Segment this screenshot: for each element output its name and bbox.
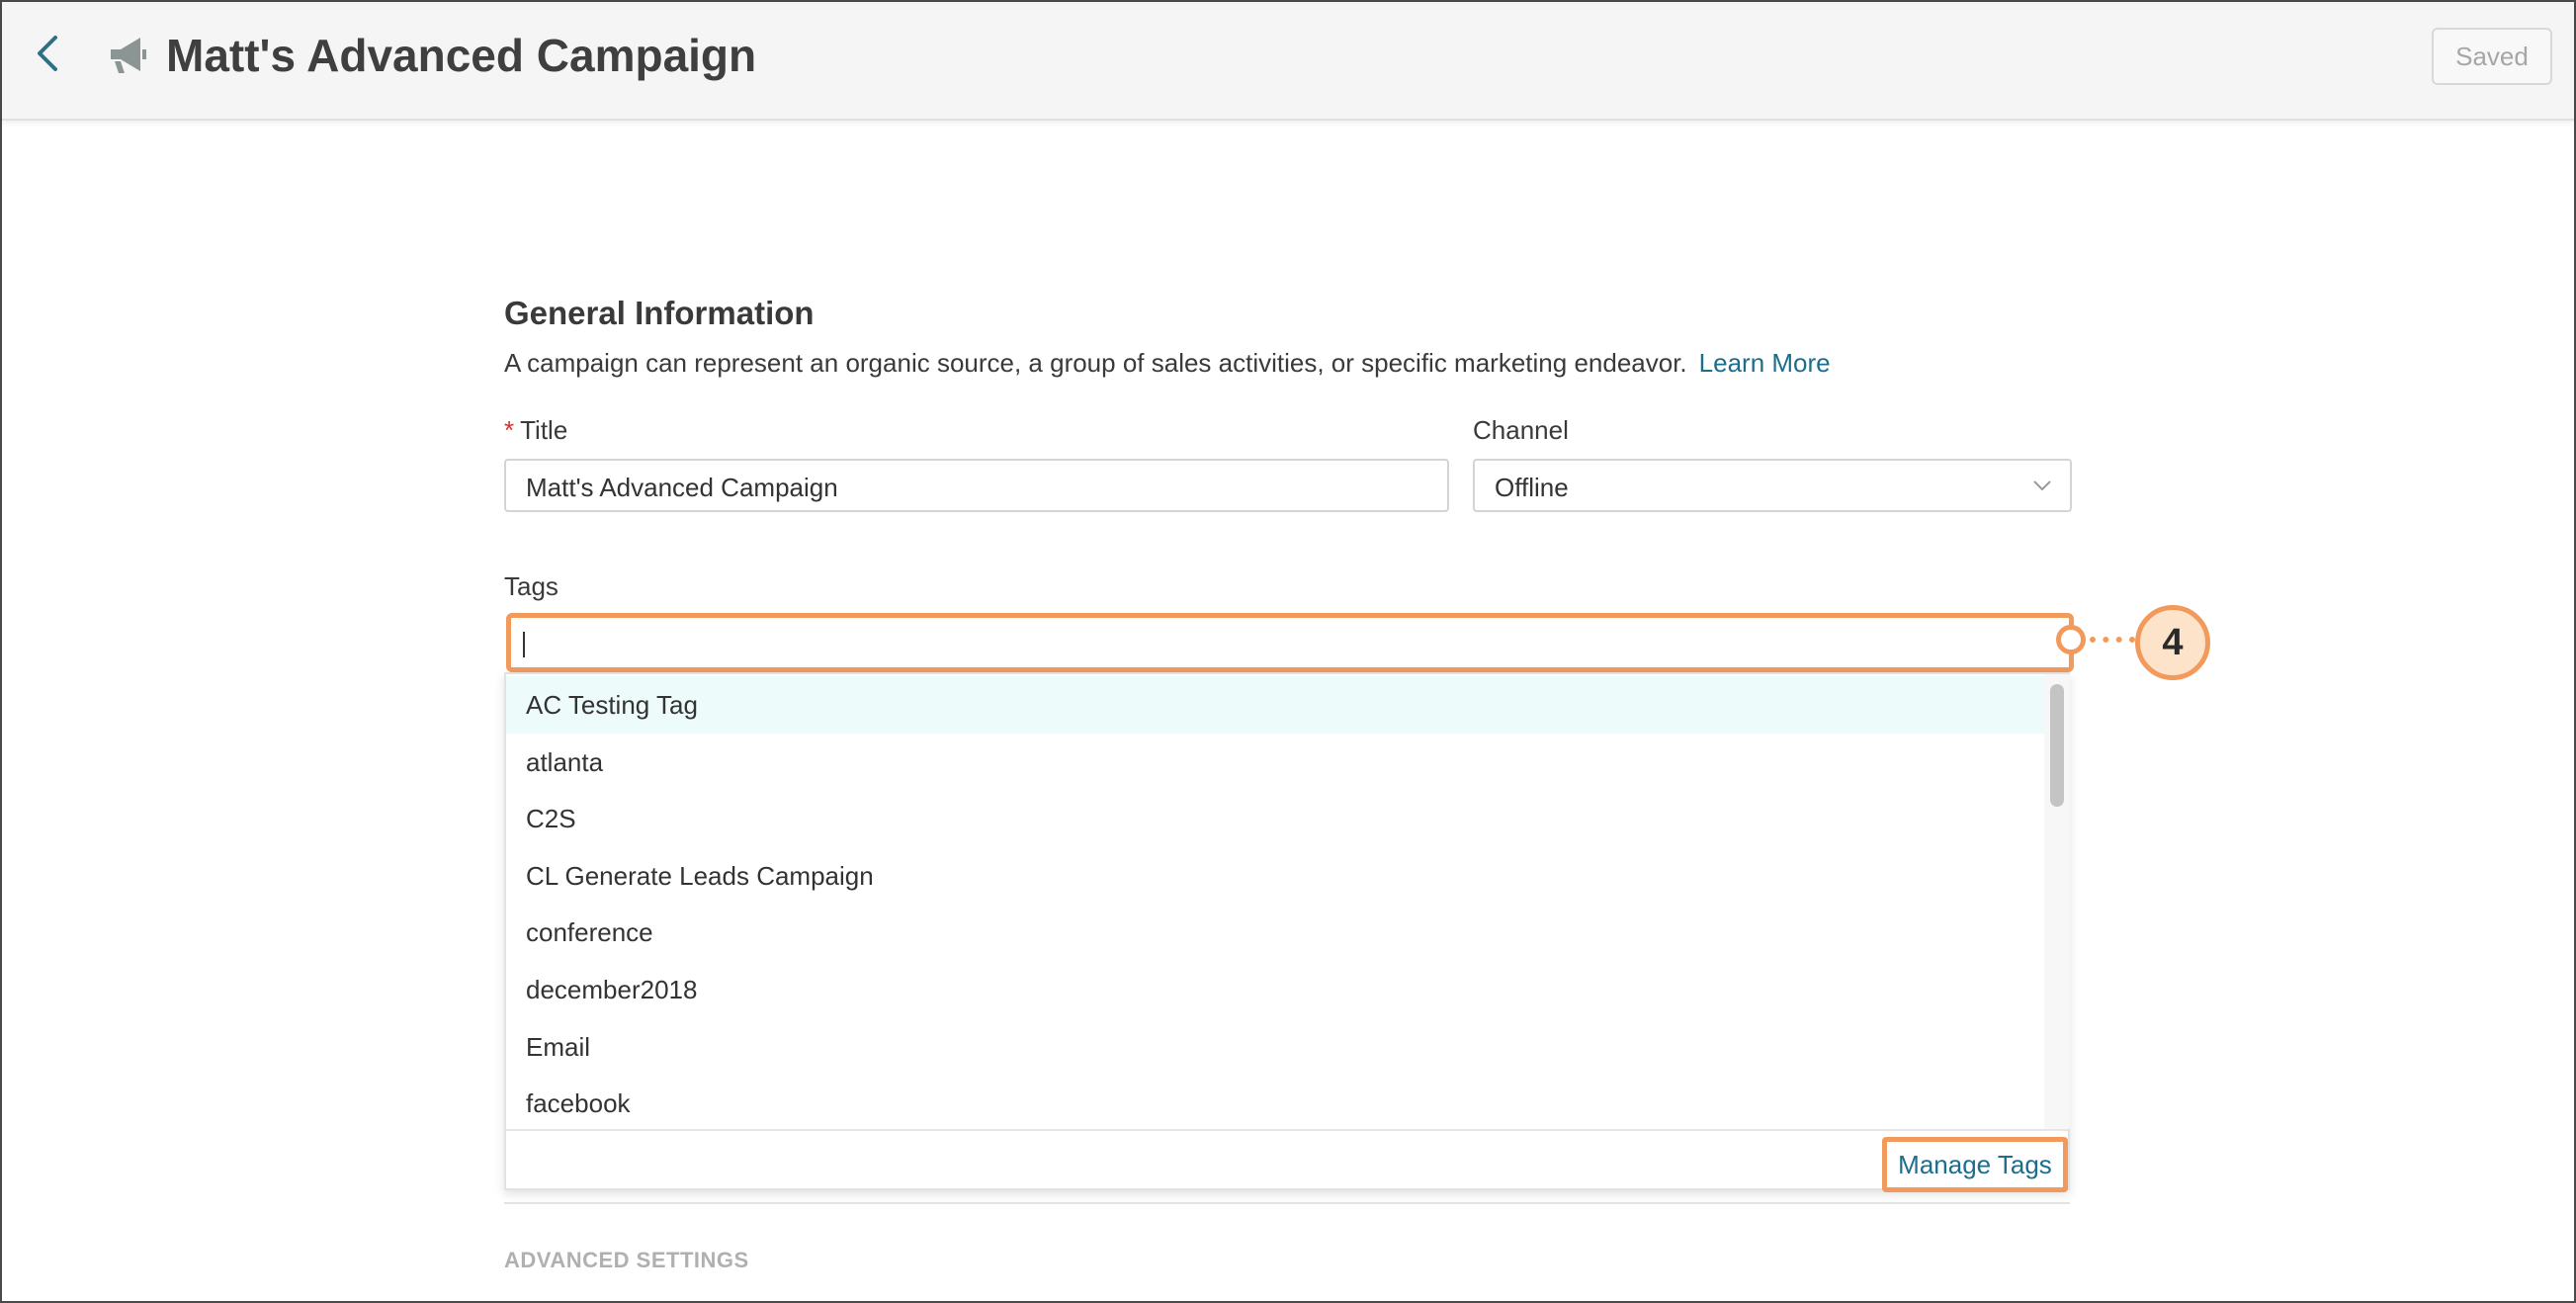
back-button[interactable] [30,34,69,73]
description-text: A campaign can represent an organic sour… [504,348,1687,378]
tag-option[interactable]: CL Generate Leads Campaign [506,847,2044,905]
title-label: * Title [504,415,567,446]
section-divider [504,1202,2070,1204]
required-asterisk: * [504,415,515,445]
channel-value: Offline [1495,473,1569,502]
tag-option[interactable]: AC Testing Tag [506,676,2044,734]
tag-option[interactable]: conference [506,904,2044,961]
megaphone-icon [111,38,146,73]
advanced-settings-heading[interactable]: ADVANCED SETTINGS [504,1248,749,1273]
manage-tags-link[interactable]: Manage Tags [1882,1137,2068,1192]
section-description: A campaign can represent an organic sour… [504,348,1831,379]
section-heading: General Information [504,295,815,331]
callout-connector-dot [2056,625,2086,654]
top-header: Matt's Advanced Campaign Saved [2,2,2574,121]
tag-option[interactable]: C2S [506,790,2044,847]
tag-option[interactable]: Email [506,1018,2044,1076]
tag-option[interactable]: atlanta [506,734,2044,791]
channel-label: Channel [1473,415,1569,445]
tags-input[interactable] [506,613,2074,672]
learn-more-link[interactable]: Learn More [1699,348,1831,378]
step-callout-badge: 4 [2135,605,2210,680]
chevron-down-icon [2033,480,2051,491]
title-input[interactable]: Matt's Advanced Campaign [504,459,1449,512]
tags-dropdown: AC Testing Tag atlanta C2S CL Generate L… [504,672,2070,1192]
title-label-text: Title [520,415,568,445]
dropdown-footer: Manage Tags [506,1129,2068,1192]
text-cursor [523,632,525,657]
tag-option[interactable]: facebook [506,1075,2044,1128]
tags-label: Tags [504,571,558,601]
tag-option[interactable]: december2018 [506,961,2044,1018]
saved-button[interactable]: Saved [2432,28,2552,85]
channel-select[interactable]: Offline [1473,459,2072,512]
scrollbar-thumb[interactable] [2050,684,2064,807]
chevron-left-icon [38,36,57,71]
page-title: Matt's Advanced Campaign [166,30,757,81]
callout-connector-line [2090,637,2135,643]
